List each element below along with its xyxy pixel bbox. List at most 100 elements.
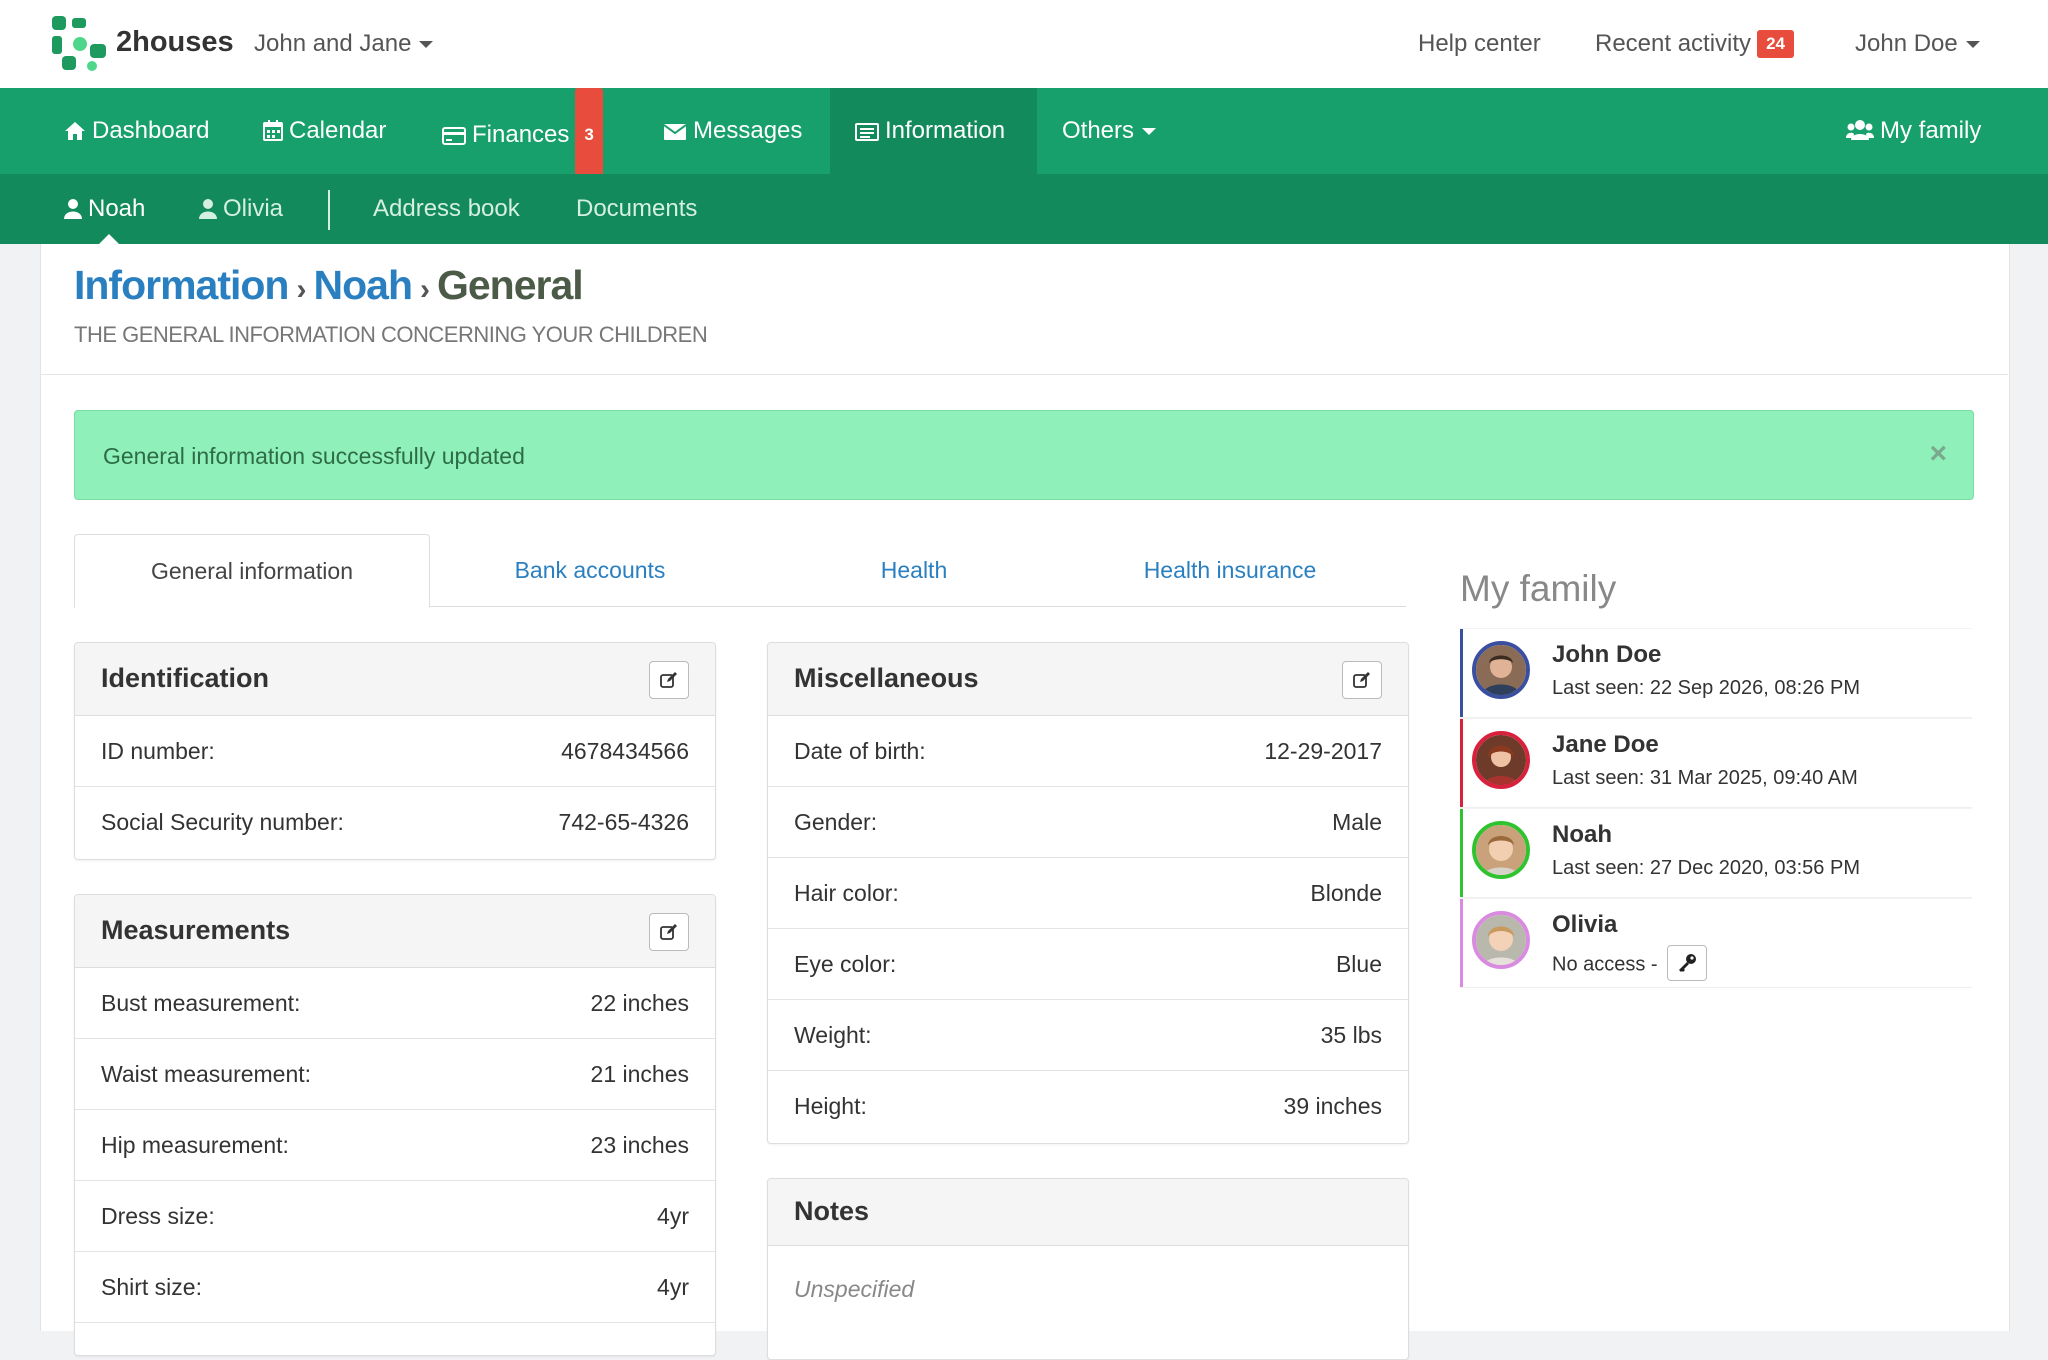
active-subnav-pointer [99, 234, 119, 244]
row-label: Waist measurement: [101, 1061, 312, 1087]
family-member-olivia[interactable]: Olivia No access - [1460, 898, 1972, 988]
caret-down-icon [1965, 41, 1980, 49]
nav-messages[interactable]: Messages [663, 88, 802, 174]
caret-down-icon [419, 41, 434, 49]
row-value: 35 lbs [1320, 1022, 1382, 1048]
row-label: Weight: [794, 1022, 872, 1048]
my-family-title: My family [1460, 568, 1617, 609]
breadcrumb-separator-icon: › [419, 273, 430, 306]
key-icon [1679, 954, 1697, 972]
family-selector-label: John and Jane [254, 30, 412, 57]
avatar [1472, 641, 1530, 699]
row-label: Shirt size: [101, 1274, 202, 1300]
measurements-row: Waist measurement: 21 inches [75, 1039, 715, 1110]
subnav-address-book[interactable]: Address book [373, 174, 520, 244]
row-value: 12-29-2017 [1264, 738, 1382, 764]
row-value: Male [1332, 809, 1382, 835]
nav-calendar[interactable]: Calendar [263, 88, 386, 174]
measurements-edit-button[interactable] [649, 913, 689, 951]
miscellaneous-row: Height: 39 inches [768, 1071, 1408, 1141]
family-member-jane-doe[interactable]: Jane Doe Last seen: 31 Mar 2025, 09:40 A… [1460, 718, 1972, 808]
header-divider [40, 374, 2008, 375]
tab-general-information[interactable]: General information [74, 534, 430, 608]
recent-activity-link[interactable]: Recent activity 24 [1595, 30, 1794, 58]
nav-messages-label: Messages [693, 117, 803, 144]
envelope-icon [663, 124, 687, 140]
member-color-bar [1460, 629, 1463, 717]
breadcrumb-current: General [436, 262, 584, 308]
miscellaneous-row: Date of birth: 12-29-2017 [768, 716, 1408, 787]
main-navigation: Dashboard Calendar Finances 3 Messages In… [0, 88, 2048, 182]
miscellaneous-edit-button[interactable] [1342, 661, 1382, 699]
miscellaneous-title: Miscellaneous [794, 663, 979, 693]
measurements-panel: Measurements Bust measurement: 22 inches … [74, 894, 716, 1356]
row-value: 22 inches [590, 990, 689, 1016]
miscellaneous-row: Gender: Male [768, 787, 1408, 858]
user-menu-dropdown[interactable]: John Doe [1855, 30, 1980, 58]
nav-my-family-label: My family [1880, 117, 1982, 144]
nav-information[interactable]: Information [830, 88, 1037, 174]
member-no-access-label: No access - [1552, 953, 1658, 976]
row-value: 21 inches [590, 1061, 689, 1087]
avatar [1472, 911, 1530, 969]
member-last-seen: Last seen: 31 Mar 2025, 09:40 AM [1552, 767, 1858, 789]
avatar [1472, 731, 1530, 789]
row-value: 23 inches [590, 1132, 689, 1158]
help-center-link[interactable]: Help center [1418, 30, 1541, 58]
family-member-noah[interactable]: Noah Last seen: 27 Dec 2020, 03:56 PM [1460, 808, 1972, 898]
page-subtitle: THE GENERAL INFORMATION CONCERNING YOUR … [74, 322, 708, 347]
breadcrumb-separator-icon: › [296, 273, 306, 306]
breadcrumb-noah-link[interactable]: Noah [313, 262, 412, 308]
measurements-row: Bust measurement: 22 inches [75, 968, 715, 1039]
row-label: Social Security number: [101, 809, 344, 835]
grant-access-key-button[interactable] [1667, 945, 1708, 981]
family-member-john-doe[interactable]: John Doe Last seen: 22 Sep 2026, 08:26 P… [1460, 628, 1972, 718]
row-label: Hair color: [794, 880, 899, 906]
row-value: 4yr [657, 1203, 689, 1229]
measurements-row: Shirt size: 4yr [75, 1252, 715, 1323]
miscellaneous-header: Miscellaneous [768, 643, 1408, 716]
identification-panel: Identification ID number: 4678434566 Soci… [74, 642, 716, 860]
breadcrumb-information-link[interactable]: Information [74, 262, 289, 308]
measurements-row: Hip measurement: 23 inches [75, 1110, 715, 1181]
user-menu-label: John Doe [1855, 30, 1958, 57]
nav-my-family[interactable]: My family [1846, 88, 1981, 174]
subnav-documents[interactable]: Documents [576, 174, 697, 244]
users-icon [1846, 120, 1874, 140]
notes-value: Unspecified [794, 1276, 915, 1302]
member-name: Jane Doe [1552, 731, 1659, 758]
2houses-logo-icon[interactable] [50, 14, 108, 74]
tab-health-insurance[interactable]: Health insurance [1070, 534, 1390, 606]
member-name: Noah [1552, 821, 1612, 848]
info-tabs: General information Bank accounts Health… [74, 534, 1406, 608]
nav-dashboard[interactable]: Dashboard [64, 88, 209, 174]
tab-health[interactable]: Health [764, 534, 1064, 606]
measurements-header: Measurements [75, 895, 715, 968]
miscellaneous-row: Eye color: Blue [768, 929, 1408, 1000]
success-alert: General information successfully updated… [74, 410, 1974, 500]
identification-edit-button[interactable] [649, 661, 689, 699]
nav-others-label: Others [1062, 117, 1135, 144]
sub-navigation: Noah Olivia Address book Documents [0, 174, 2048, 244]
nav-finances-label: Finances [472, 121, 570, 148]
close-icon[interactable]: × [1929, 437, 1947, 471]
measurements-title: Measurements [101, 915, 291, 945]
nav-information-label: Information [885, 117, 1006, 144]
brand-name[interactable]: 2houses [116, 26, 234, 59]
notes-title: Notes [794, 1196, 870, 1226]
nav-finances[interactable]: Finances 3 [442, 88, 603, 182]
family-selector-dropdown[interactable]: John and Jane [254, 30, 434, 58]
finances-count-badge: 3 [575, 88, 603, 182]
family-member-list: John Doe Last seen: 22 Sep 2026, 08:26 P… [1460, 628, 1972, 988]
tab-bank-accounts[interactable]: Bank accounts [430, 534, 750, 606]
subnav-child-olivia[interactable]: Olivia [199, 174, 283, 244]
nav-others-dropdown[interactable]: Others [1062, 88, 1157, 174]
member-color-bar [1460, 809, 1463, 897]
subnav-olivia-label: Olivia [223, 195, 284, 222]
member-color-bar [1460, 899, 1463, 987]
member-last-seen: Last seen: 22 Sep 2026, 08:26 PM [1552, 677, 1860, 699]
list-icon [855, 123, 879, 141]
row-label: Dress size: [101, 1203, 215, 1229]
measurements-row: Dress size: 4yr [75, 1181, 715, 1252]
member-color-bar [1460, 719, 1463, 807]
